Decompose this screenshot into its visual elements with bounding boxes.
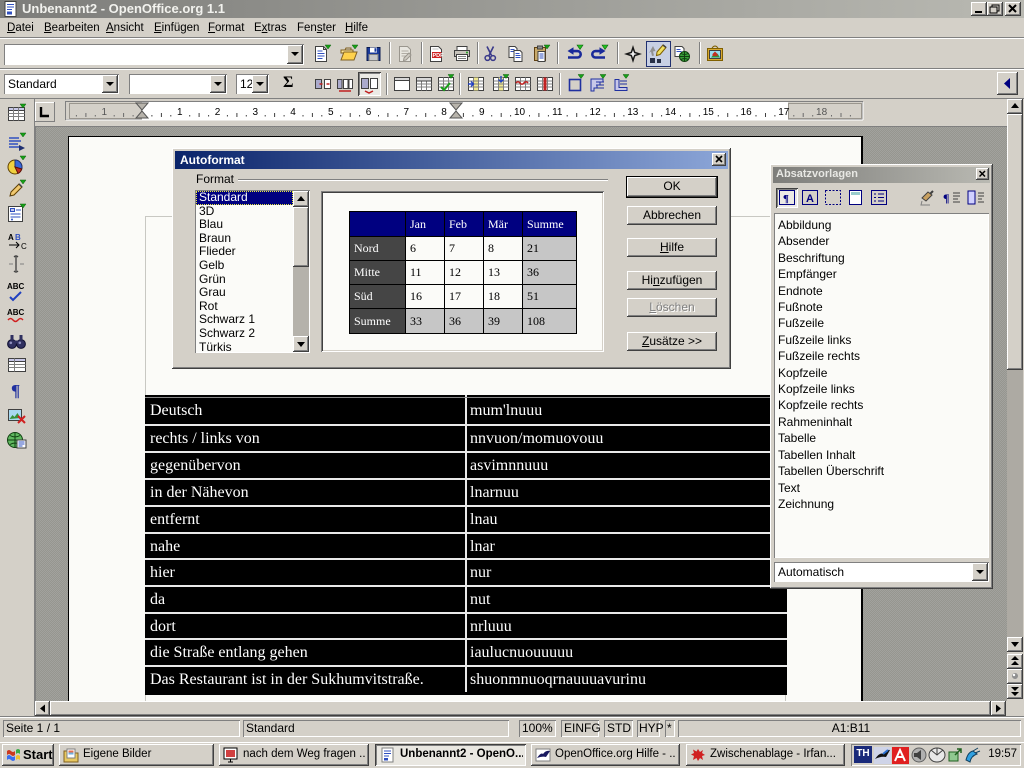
svg-text:11: 11 [552, 107, 563, 118]
svg-text:17: 17 [778, 107, 790, 118]
svg-text:7: 7 [404, 107, 410, 118]
svg-text:9: 9 [479, 107, 485, 118]
svg-text:¶: ¶ [943, 191, 949, 205]
svg-text:A: A [8, 233, 14, 242]
svg-text:ABC: ABC [7, 282, 25, 291]
svg-text:4: 4 [290, 107, 296, 118]
svg-text:C: C [21, 242, 27, 251]
svg-text:B: B [15, 233, 21, 242]
svg-text:16: 16 [741, 107, 753, 118]
svg-text:15: 15 [703, 107, 715, 118]
svg-text:14: 14 [665, 107, 677, 118]
svg-text:6: 6 [366, 107, 372, 118]
svg-text:A: A [806, 193, 814, 205]
svg-text:¶: ¶ [783, 193, 789, 205]
svg-text:8: 8 [441, 107, 447, 118]
svg-text:13: 13 [627, 107, 639, 118]
svg-text:ABC: ABC [7, 308, 25, 317]
svg-text:PDF: PDF [433, 53, 445, 59]
svg-text:18: 18 [816, 107, 828, 118]
svg-text:1: 1 [177, 107, 183, 118]
svg-text:3: 3 [253, 107, 259, 118]
svg-text:10: 10 [514, 107, 526, 118]
svg-text:1: 1 [102, 107, 108, 118]
svg-text:5: 5 [328, 107, 334, 118]
svg-text:12: 12 [590, 107, 602, 118]
svg-text:2: 2 [215, 107, 221, 118]
